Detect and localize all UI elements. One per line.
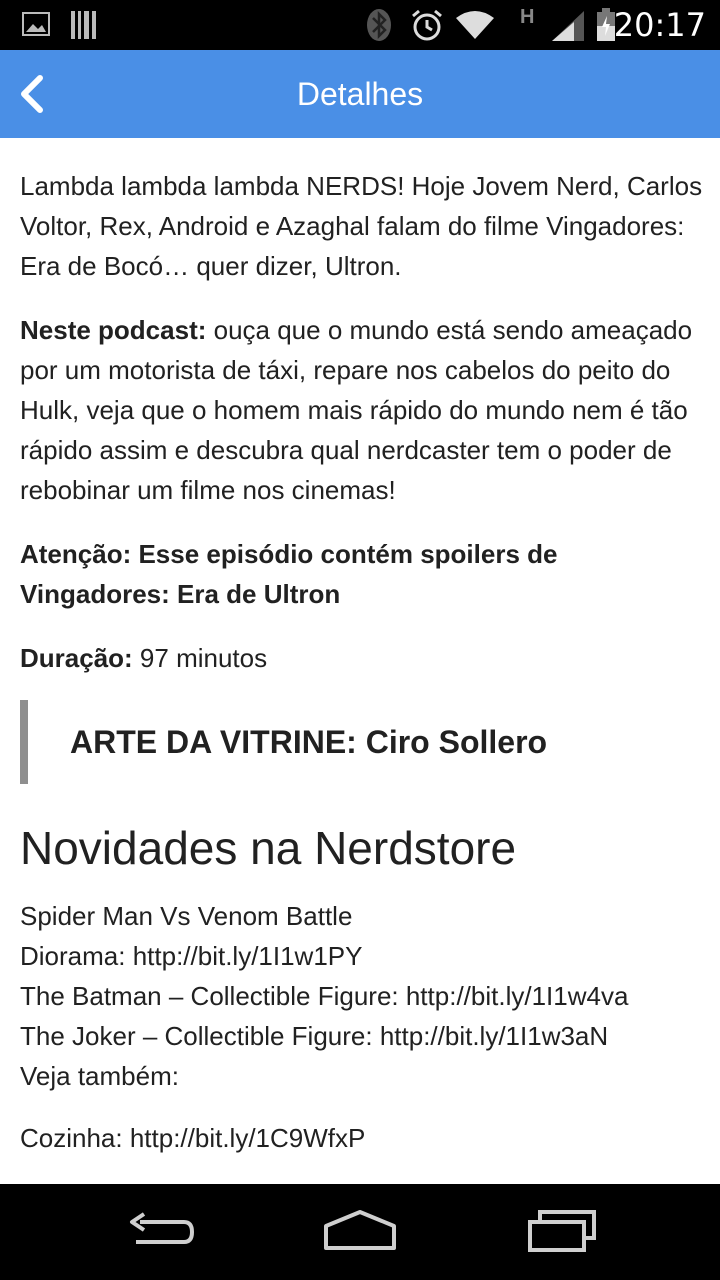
recents-icon[interactable] bbox=[526, 1208, 598, 1256]
spoiler-warning-text: Atenção: Esse episódio contém spoilers d… bbox=[20, 539, 558, 609]
barcode-icon bbox=[71, 11, 96, 39]
alarm-icon bbox=[412, 9, 442, 41]
image-icon bbox=[22, 12, 50, 36]
status-bar: H 20:17 bbox=[0, 0, 720, 50]
store-link-joker[interactable]: The Joker – Collectible Figure: http://b… bbox=[20, 1016, 705, 1056]
wifi-icon bbox=[456, 11, 494, 39]
network-type-label: H bbox=[520, 6, 535, 28]
spoiler-warning: Atenção: Esse episódio contém spoilers d… bbox=[20, 534, 705, 614]
bluetooth-icon bbox=[367, 9, 391, 41]
podcast-label: Neste podcast: bbox=[20, 315, 207, 345]
podcast-paragraph: Neste podcast: ouça que o mundo está sen… bbox=[20, 310, 705, 510]
app-bar: Detalhes bbox=[0, 50, 720, 138]
navigation-bar bbox=[0, 1184, 720, 1280]
store-link-batman[interactable]: The Batman – Collectible Figure: http://… bbox=[20, 976, 705, 1016]
duration-value: 97 minutos bbox=[132, 643, 268, 673]
home-icon[interactable] bbox=[322, 1208, 398, 1256]
extra-link[interactable]: Cozinha: http://bit.ly/1C9WfxP bbox=[20, 1118, 705, 1158]
store-line: Veja também: bbox=[20, 1061, 179, 1091]
signal-icon bbox=[552, 11, 584, 41]
store-link-diorama[interactable]: Diorama: http://bit.ly/1I1w1PY bbox=[20, 936, 705, 976]
duration-label: Duração: bbox=[20, 643, 133, 673]
clock: 20:17 bbox=[613, 6, 706, 44]
store-links: Spider Man Vs Venom Battle Diorama: http… bbox=[20, 896, 705, 1096]
art-credit-quote: ARTE DA VITRINE: Ciro Sollero bbox=[20, 700, 705, 784]
back-nav-icon[interactable] bbox=[124, 1208, 196, 1256]
store-heading: Novidades na Nerdstore bbox=[20, 822, 517, 874]
store-line: Spider Man Vs Venom Battle bbox=[20, 901, 353, 931]
duration-line: Duração: 97 minutos bbox=[20, 638, 705, 678]
article-content[interactable]: Lambda lambda lambda NERDS! Hoje Jovem N… bbox=[20, 138, 705, 1184]
intro-paragraph: Lambda lambda lambda NERDS! Hoje Jovem N… bbox=[20, 171, 703, 281]
page-title: Detalhes bbox=[296, 76, 424, 112]
